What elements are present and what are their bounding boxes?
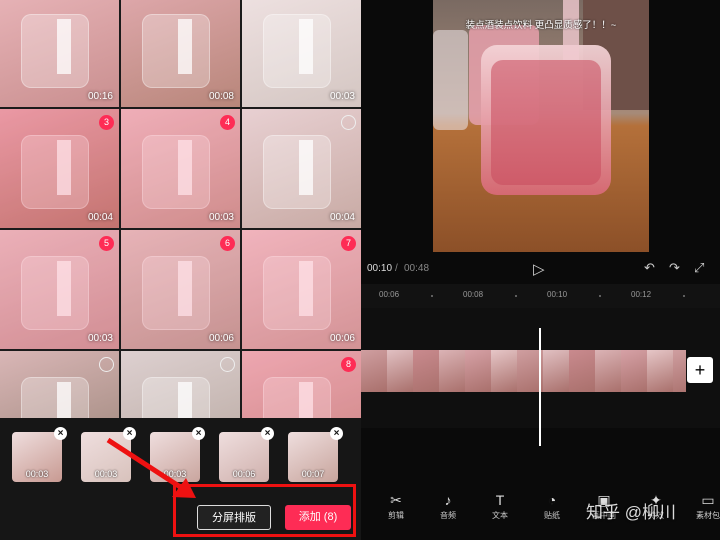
clip-frame xyxy=(387,350,413,392)
timeline-tick-label: 00:06 xyxy=(379,290,400,299)
clip-frame xyxy=(491,350,517,392)
clip-frame xyxy=(465,350,491,392)
timeline-tick-label: 00:08 xyxy=(463,290,484,299)
preview-caption: 装点酒装点饮料 更凸显质感了！！~ xyxy=(465,20,617,31)
timeline-tick-label: 00:10 xyxy=(547,290,568,299)
toolbar-icon: ◔ xyxy=(547,492,557,508)
clip-frame xyxy=(621,350,647,392)
toolbar-icon: ♪ xyxy=(444,492,452,508)
timeline-dot xyxy=(515,295,517,297)
redo-icon[interactable]: ↷ xyxy=(669,260,680,276)
toolbar-item[interactable]: ◔ 贴纸 xyxy=(532,490,572,521)
timeline-dot xyxy=(683,295,685,297)
timeline-dot xyxy=(599,295,601,297)
clip-frame xyxy=(595,350,621,392)
timeline-dot xyxy=(431,295,433,297)
play-icon[interactable]: ▷ xyxy=(533,260,545,278)
time-separator: / xyxy=(395,263,398,274)
watermark: 知乎 @柳川 xyxy=(586,503,676,522)
toolbar-label: 文本 xyxy=(492,511,508,520)
editor-panel: 装点酒装点饮料 更凸显质感了！！~ 00:10 / 00:48 ▷ ↶ ↷ ⤢ … xyxy=(361,0,720,540)
timeline-ruler: 00:06 00:08 00:10 00:12 xyxy=(361,284,720,308)
total-time: 00:48 xyxy=(404,263,430,274)
undo-icon[interactable]: ↶ xyxy=(644,260,655,276)
clip-frame xyxy=(673,350,686,392)
toolbar-icon: ▭ xyxy=(701,492,715,508)
clip-frame xyxy=(647,350,673,392)
add-clip-button[interactable]: + xyxy=(687,357,713,383)
toolbar-label: 剪辑 xyxy=(388,511,404,520)
toolbar-icon: ✂ xyxy=(390,492,402,508)
video-preview: 装点酒装点饮料 更凸显质感了！！~ xyxy=(433,0,649,252)
fullscreen-icon[interactable]: ⤢ xyxy=(694,260,704,276)
toolbar-label: 音频 xyxy=(440,511,456,520)
media-picker-panel: 00:16 00:08 00:03 3 00:04 4 00:03 00:04 5 00:03 6 0… xyxy=(0,0,361,540)
current-time: 00:10 xyxy=(367,263,393,274)
clip-frame xyxy=(361,350,387,392)
toolbar-item[interactable]: ✂ 剪辑 xyxy=(376,490,416,521)
clip-frame xyxy=(543,350,569,392)
toolbar-item[interactable]: ▭ 素材包 xyxy=(688,490,720,521)
preview-image xyxy=(433,0,649,252)
toolbar-item[interactable]: T 文本 xyxy=(480,490,520,521)
toolbar-label: 素材包 xyxy=(696,511,720,520)
toolbar-icon: T xyxy=(495,492,505,508)
clip-track[interactable] xyxy=(361,350,686,392)
annotation-arrow xyxy=(106,437,196,498)
playhead[interactable] xyxy=(539,328,541,446)
toolbar-label: 贴纸 xyxy=(544,511,560,520)
clip-frame xyxy=(413,350,439,392)
clip-frame xyxy=(569,350,595,392)
timeline-tick-label: 00:12 xyxy=(631,290,652,299)
toolbar-item[interactable]: ♪ 音频 xyxy=(428,490,468,521)
clip-frame xyxy=(439,350,465,392)
